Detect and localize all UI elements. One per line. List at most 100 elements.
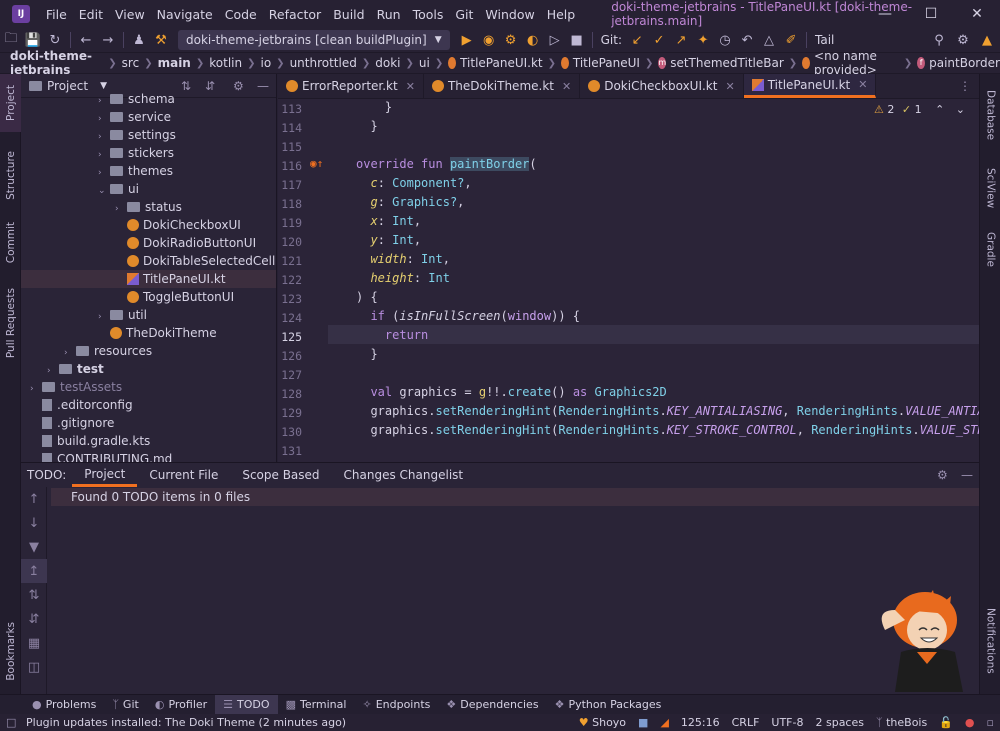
breadcrumb-item[interactable]: unthrottled [290, 56, 357, 70]
close-icon[interactable]: ✕ [562, 80, 571, 93]
sync-icon[interactable]: ↻ [44, 29, 66, 51]
tree-item[interactable]: › resources [21, 342, 276, 360]
tree-item[interactable]: › stickers [21, 144, 276, 162]
tab-pull-requests[interactable]: Pull Requests [0, 278, 21, 368]
menu-navigate[interactable]: Navigate [151, 7, 219, 22]
todo-tab-project[interactable]: Project [72, 463, 138, 487]
collapse-all-icon[interactable]: ⇵ [21, 607, 47, 631]
code-editor[interactable]: 113 114 115 116 117 118 119 120 121 122 123 124 125 1… [278, 99, 979, 462]
close-icon[interactable]: ✕ [954, 0, 1000, 28]
tool-profiler[interactable]: ◐ Profiler [147, 695, 215, 715]
breadcrumb-item[interactable]: setThemedTitleBar [670, 56, 784, 70]
close-icon[interactable]: ✕ [725, 80, 734, 93]
tree-item[interactable]: › status [21, 198, 276, 216]
menu-refactor[interactable]: Refactor [263, 7, 327, 22]
todo-tab-changes[interactable]: Changes Changelist [332, 463, 476, 487]
menu-run[interactable]: Run [371, 7, 407, 22]
forward-arrow-icon[interactable]: → [97, 29, 119, 51]
ide-update-icon[interactable]: ▲ [976, 29, 998, 51]
editor-tab[interactable]: TheDokiTheme.kt ✕ [424, 74, 581, 98]
status-toggle-icon[interactable]: □ [6, 716, 16, 729]
todo-tab-current-file[interactable]: Current File [137, 463, 230, 487]
previous-highlight-icon[interactable]: ⌃ [935, 103, 944, 116]
tree-item[interactable]: DokiTableSelectedCellHig [21, 252, 276, 270]
breadcrumb-item[interactable]: doki-theme-jetbrains [10, 49, 103, 77]
warning-triangle-icon[interactable]: △ [758, 29, 780, 51]
breadcrumb-item[interactable]: paintBorder [929, 56, 1000, 70]
menu-window[interactable]: Window [479, 7, 540, 22]
tab-database[interactable]: Database [980, 80, 1000, 150]
menu-build[interactable]: Build [327, 7, 370, 22]
tree-item[interactable]: DokiRadioButtonUI [21, 234, 276, 252]
status-message[interactable]: Plugin updates installed: The Doki Theme… [0, 716, 573, 729]
back-arrow-icon[interactable]: ← [75, 29, 97, 51]
indent-settings[interactable]: 2 spaces [809, 716, 870, 729]
search-icon[interactable]: ⚲ [928, 29, 950, 51]
tool-terminal[interactable]: ▩ Terminal [278, 695, 355, 715]
memory-icon[interactable]: ▫ [981, 716, 1000, 729]
git-update-icon[interactable]: ↙ [626, 29, 648, 51]
next-highlight-icon[interactable]: ⌄ [956, 103, 965, 116]
notifications-icon[interactable]: ● [959, 716, 981, 729]
rollback-icon[interactable]: ↶ [736, 29, 758, 51]
cursor-position[interactable]: 125:16 [675, 716, 726, 729]
menu-git[interactable]: Git [449, 7, 479, 22]
plugin-status-icon[interactable]: ■ [632, 716, 654, 729]
tab-actions-icon[interactable]: ⋮ [951, 74, 979, 98]
profile-icon[interactable]: ◐ [522, 29, 544, 51]
tab-structure[interactable]: Structure [0, 140, 21, 210]
tree-item[interactable]: TitlePaneUI.kt [21, 270, 276, 288]
tree-item[interactable]: .editorconfig [21, 396, 276, 414]
autoscroll-icon[interactable]: ↥ [21, 559, 47, 583]
resume-icon[interactable]: ▷ [544, 29, 566, 51]
tool-python-packages[interactable]: ❖ Python Packages [547, 695, 670, 715]
expand-all-icon[interactable]: ⇅ [21, 583, 47, 607]
tree-item[interactable]: ToggleButtonUI [21, 288, 276, 306]
tree-item[interactable]: › schema [21, 90, 276, 108]
menu-code[interactable]: Code [219, 7, 263, 22]
override-marker-icon[interactable]: ◉↑ [310, 157, 323, 170]
kotlin-status-icon[interactable]: ◢ [654, 716, 674, 729]
breadcrumb-item[interactable]: <no name provided> [814, 49, 899, 77]
tree-item[interactable]: CONTRIBUTING.md [21, 450, 276, 462]
minimize-icon[interactable]: — [862, 0, 908, 28]
tab-project[interactable]: Project [0, 74, 21, 132]
todo-tab-scope-based[interactable]: Scope Based [230, 463, 331, 487]
tree-item[interactable]: TheDokiTheme [21, 324, 276, 342]
git-commit-icon[interactable]: ✓ [648, 29, 670, 51]
tree-item[interactable]: .gitignore [21, 414, 276, 432]
breadcrumb-item[interactable]: TitlePaneUI.kt [460, 56, 543, 70]
breadcrumb-item[interactable]: io [260, 56, 271, 70]
tab-bookmarks[interactable]: Bookmarks [0, 614, 21, 688]
history-icon[interactable]: ◷ [714, 29, 736, 51]
hide-panel-icon[interactable]: — [961, 468, 973, 482]
theme-widget[interactable]: ♥ Shoyo [573, 716, 632, 729]
arrow-up-icon[interactable]: ↑ [21, 487, 47, 511]
tool-dependencies[interactable]: ❖ Dependencies [438, 695, 546, 715]
tree-item[interactable]: ⌄ ui [21, 180, 276, 198]
user-icon[interactable]: ♟ [128, 29, 150, 51]
git-fetch-icon[interactable]: ✦ [692, 29, 714, 51]
breadcrumb-item[interactable]: doki [375, 56, 400, 70]
tab-commit[interactable]: Commit [0, 214, 21, 272]
app-logo-icon[interactable]: IJ [12, 5, 30, 23]
breadcrumb-item[interactable]: ui [419, 56, 430, 70]
gear-icon[interactable]: ⚙ [952, 29, 974, 51]
run-icon[interactable]: ▶ [456, 29, 478, 51]
breadcrumb-item[interactable]: TitlePaneUI [573, 56, 640, 70]
edit-brush-icon[interactable]: ✐ [780, 29, 802, 51]
editor-tab-active[interactable]: TitlePaneUI.kt ✕ [743, 74, 877, 98]
git-branch-widget[interactable]: ᛉ theBois [870, 716, 933, 729]
editor-tab[interactable]: ErrorReporter.kt ✕ [278, 74, 424, 98]
tab-notifications[interactable]: Notifications [980, 594, 1000, 688]
lock-icon[interactable]: 🔓 [933, 716, 959, 729]
file-encoding[interactable]: UTF-8 [765, 716, 809, 729]
line-separator[interactable]: CRLF [726, 716, 766, 729]
menu-file[interactable]: File [40, 7, 73, 22]
tree-item[interactable]: › themes [21, 162, 276, 180]
maximize-icon[interactable]: ☐ [908, 0, 954, 28]
open-folder-icon[interactable]: 🗀 [0, 29, 22, 51]
menu-help[interactable]: Help [541, 7, 582, 22]
debug-icon[interactable]: ◉ [478, 29, 500, 51]
chevron-down-icon[interactable]: ▼ [100, 81, 107, 91]
